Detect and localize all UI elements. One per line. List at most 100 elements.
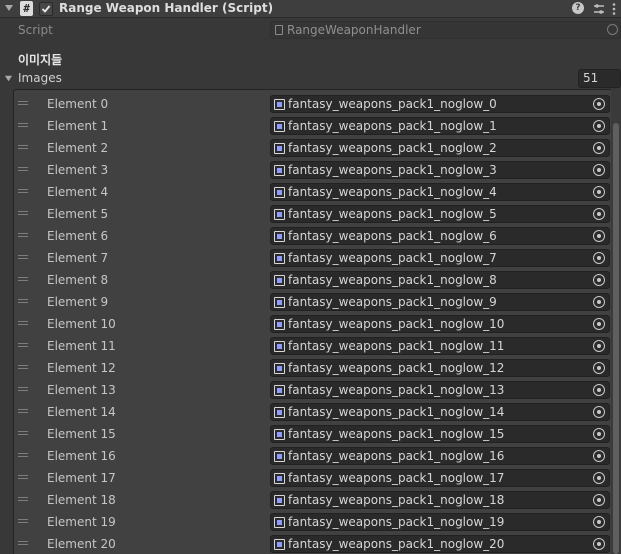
drag-handle-icon[interactable] [18, 299, 28, 304]
drag-handle-icon[interactable] [18, 145, 28, 150]
drag-handle-icon[interactable] [18, 475, 28, 480]
component-enabled-checkbox[interactable] [39, 2, 53, 16]
images-foldout-arrow-icon[interactable] [4, 74, 13, 83]
sprite-icon [274, 275, 285, 286]
object-picker-icon[interactable] [593, 252, 605, 264]
object-picker-icon[interactable] [593, 208, 605, 220]
drag-handle-icon[interactable] [18, 277, 28, 282]
sprite-object-field[interactable]: fantasy_weapons_pack1_noglow_7 [270, 249, 610, 267]
sprite-object-field[interactable]: fantasy_weapons_pack1_noglow_20 [270, 535, 610, 553]
help-icon[interactable]: ? [572, 2, 584, 14]
list-item: Element 0 fantasy_weapons_pack1_noglow_0 [14, 93, 614, 115]
object-picker-icon[interactable] [593, 186, 605, 198]
drag-handle-icon[interactable] [18, 233, 28, 238]
sprite-object-field[interactable]: fantasy_weapons_pack1_noglow_13 [270, 381, 610, 399]
sprite-icon [274, 231, 285, 242]
object-picker-icon[interactable] [593, 164, 605, 176]
object-picker-icon[interactable] [593, 142, 605, 154]
object-picker-icon[interactable] [593, 120, 605, 132]
drag-handle-icon[interactable] [18, 409, 28, 414]
sprite-object-field[interactable]: fantasy_weapons_pack1_noglow_3 [270, 161, 610, 179]
section-header: 이미지들 [18, 53, 63, 67]
object-picker-icon[interactable] [593, 428, 605, 440]
sprite-icon [274, 451, 285, 462]
drag-handle-icon[interactable] [18, 211, 28, 216]
object-picker-icon[interactable] [593, 406, 605, 418]
object-picker-icon[interactable] [593, 230, 605, 242]
object-picker-icon[interactable] [593, 516, 605, 528]
object-picker-icon[interactable] [593, 296, 605, 308]
scrollbar[interactable] [611, 89, 621, 554]
drag-handle-icon[interactable] [18, 541, 28, 546]
drag-handle-icon[interactable] [18, 431, 28, 436]
object-picker-icon[interactable] [593, 98, 605, 110]
list-item: Element 18 fantasy_weapons_pack1_noglow_1… [14, 489, 614, 511]
sprite-object-field[interactable]: fantasy_weapons_pack1_noglow_19 [270, 513, 610, 531]
sprite-object-field[interactable]: fantasy_weapons_pack1_noglow_12 [270, 359, 610, 377]
images-label[interactable]: Images [18, 69, 62, 87]
sprite-object-field[interactable]: fantasy_weapons_pack1_noglow_0 [270, 95, 610, 113]
list-item: Element 13 fantasy_weapons_pack1_noglow_1… [14, 379, 614, 401]
drag-handle-icon[interactable] [18, 365, 28, 370]
sprite-object-field[interactable]: fantasy_weapons_pack1_noglow_1 [270, 117, 610, 135]
list-item: Element 3 fantasy_weapons_pack1_noglow_3 [14, 159, 614, 181]
sprite-object-field[interactable]: fantasy_weapons_pack1_noglow_14 [270, 403, 610, 421]
array-size-input[interactable]: 51 [578, 69, 621, 88]
settings-icon[interactable] [591, 1, 607, 17]
drag-handle-icon[interactable] [18, 189, 28, 194]
sprite-icon [274, 407, 285, 418]
list-item: Element 20 fantasy_weapons_pack1_noglow_2… [14, 533, 614, 554]
object-picker-icon[interactable] [593, 318, 605, 330]
drag-handle-icon[interactable] [18, 497, 28, 502]
object-picker-icon[interactable] [593, 472, 605, 484]
sprite-object-field[interactable]: fantasy_weapons_pack1_noglow_2 [270, 139, 610, 157]
drag-handle-icon[interactable] [18, 387, 28, 392]
drag-handle-icon[interactable] [18, 343, 28, 348]
sprite-object-field[interactable]: fantasy_weapons_pack1_noglow_9 [270, 293, 610, 311]
fold-arrow-icon[interactable] [4, 3, 14, 13]
sprite-object-field[interactable]: fantasy_weapons_pack1_noglow_4 [270, 183, 610, 201]
sprite-name: fantasy_weapons_pack1_noglow_8 [288, 273, 497, 287]
sprite-object-field[interactable]: fantasy_weapons_pack1_noglow_8 [270, 271, 610, 289]
scrollbar-thumb[interactable] [613, 123, 619, 554]
drag-handle-icon[interactable] [18, 167, 28, 172]
object-picker-icon[interactable] [593, 450, 605, 462]
object-picker-icon[interactable] [593, 384, 605, 396]
object-picker-icon[interactable] [593, 340, 605, 352]
sprite-name: fantasy_weapons_pack1_noglow_2 [288, 141, 497, 155]
sprite-name: fantasy_weapons_pack1_noglow_12 [288, 361, 505, 375]
drag-handle-icon[interactable] [18, 123, 28, 128]
component-title: Range Weapon Handler (Script) [59, 1, 274, 15]
object-picker-icon[interactable] [593, 274, 605, 286]
sprite-object-field[interactable]: fantasy_weapons_pack1_noglow_17 [270, 469, 610, 487]
element-label: Element 15 [47, 427, 116, 441]
sprite-object-field[interactable]: fantasy_weapons_pack1_noglow_11 [270, 337, 610, 355]
object-picker-icon[interactable] [593, 494, 605, 506]
drag-handle-icon[interactable] [18, 453, 28, 458]
sprite-object-field[interactable]: fantasy_weapons_pack1_noglow_10 [270, 315, 610, 333]
sprite-icon [274, 341, 285, 352]
list-item: Element 6 fantasy_weapons_pack1_noglow_6 [14, 225, 614, 247]
drag-handle-icon[interactable] [18, 101, 28, 106]
list-item: Element 19 fantasy_weapons_pack1_noglow_1… [14, 511, 614, 533]
script-label: Script [18, 23, 53, 37]
sprite-object-field[interactable]: fantasy_weapons_pack1_noglow_18 [270, 491, 610, 509]
sprite-object-field[interactable]: fantasy_weapons_pack1_noglow_5 [270, 205, 610, 223]
sprite-object-field[interactable]: fantasy_weapons_pack1_noglow_6 [270, 227, 610, 245]
object-picker-icon[interactable] [593, 362, 605, 374]
drag-handle-icon[interactable] [18, 519, 28, 524]
element-label: Element 7 [47, 251, 109, 265]
sprite-name: fantasy_weapons_pack1_noglow_16 [288, 449, 505, 463]
more-icon[interactable] [606, 1, 621, 17]
sprite-icon [274, 253, 285, 264]
object-picker-icon[interactable] [593, 538, 605, 550]
sprite-icon [274, 165, 285, 176]
element-label: Element 9 [47, 295, 109, 309]
sprite-icon [274, 297, 285, 308]
drag-handle-icon[interactable] [18, 255, 28, 260]
list-item: Element 14 fantasy_weapons_pack1_noglow_1… [14, 401, 614, 423]
drag-handle-icon[interactable] [18, 321, 28, 326]
sprite-object-field[interactable]: fantasy_weapons_pack1_noglow_16 [270, 447, 610, 465]
sprite-object-field[interactable]: fantasy_weapons_pack1_noglow_15 [270, 425, 610, 443]
sprite-name: fantasy_weapons_pack1_noglow_9 [288, 295, 497, 309]
